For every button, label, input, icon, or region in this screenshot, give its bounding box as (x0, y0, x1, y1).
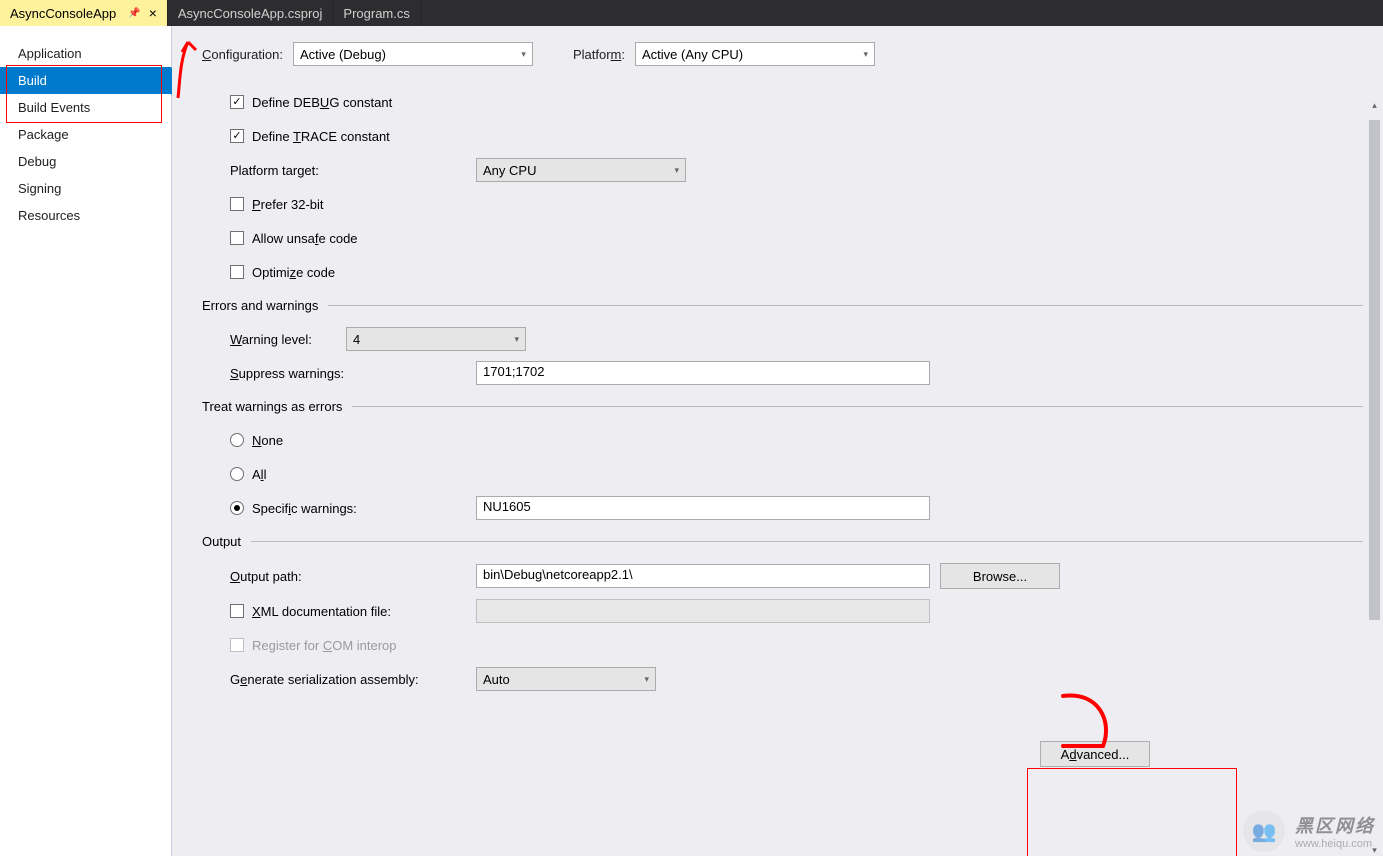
treat-specific-label: Specific warnings: (252, 501, 476, 516)
sidebar-item-resources[interactable]: Resources (0, 202, 171, 229)
tab-csproj[interactable]: AsyncConsoleApp.csproj (168, 0, 334, 26)
prefer-32bit-label: Prefer 32-bit (252, 197, 324, 212)
suppress-warnings-label: Suppress warnings: (230, 366, 476, 381)
tab-programcs[interactable]: Program.cs (333, 0, 420, 26)
chevron-down-icon: ▾ (863, 49, 868, 60)
specific-warnings-input[interactable]: NU1605 (476, 496, 930, 520)
sidebar-item-signing[interactable]: Signing (0, 175, 171, 202)
chevron-down-icon: ▾ (644, 674, 649, 685)
define-trace-checkbox[interactable] (230, 129, 244, 143)
config-row: Configuration: Active (Debug) ▾ Platform… (202, 42, 1363, 66)
configuration-label: Configuration: (202, 47, 283, 62)
generate-serialization-value: Auto (483, 672, 510, 687)
platform-target-value: Any CPU (483, 163, 536, 178)
platform-target-label: Platform target: (230, 163, 476, 178)
annotation-box-2 (1027, 768, 1237, 856)
vertical-scrollbar[interactable] (1366, 100, 1383, 856)
configuration-dropdown[interactable]: Active (Debug) ▾ (293, 42, 533, 66)
section-title-label: Treat warnings as errors (202, 399, 342, 414)
tab-asyncconsoleapp[interactable]: AsyncConsoleApp 📌 × (0, 0, 168, 26)
tab-label: Program.cs (343, 6, 409, 21)
chevron-down-icon: ▾ (674, 165, 679, 176)
section-title-label: Errors and warnings (202, 298, 318, 313)
sidebar-item-debug[interactable]: Debug (0, 148, 171, 175)
define-trace-label: Define TRACE constant (252, 129, 390, 144)
treat-all-label: All (252, 467, 266, 482)
com-interop-label: Register for COM interop (252, 638, 397, 653)
watermark-url: www.heiqu.com (1295, 838, 1375, 850)
treat-specific-radio[interactable] (230, 501, 244, 515)
chevron-down-icon: ▾ (521, 49, 526, 60)
define-debug-label: Define DEBUG constant (252, 95, 392, 110)
com-interop-checkbox (230, 638, 244, 652)
sidebar: Application Build Build Events Package D… (0, 26, 172, 856)
sidebar-item-application[interactable]: Application (0, 40, 171, 67)
advanced-button[interactable]: Advanced... (1040, 741, 1150, 767)
section-title-label: Output (202, 534, 241, 549)
treat-none-radio[interactable] (230, 433, 244, 447)
section-errors-warnings: Errors and warnings (202, 298, 1363, 313)
allow-unsafe-checkbox[interactable] (230, 231, 244, 245)
sidebar-item-build[interactable]: Build (0, 67, 171, 94)
treat-none-label: None (252, 433, 283, 448)
xml-doc-label: XML documentation file: (252, 604, 476, 619)
warning-level-label: Warning level: (230, 332, 346, 347)
watermark-cn: 黑区网络 (1295, 812, 1375, 838)
warning-level-value: 4 (353, 332, 360, 347)
content: Configuration: Active (Debug) ▾ Platform… (172, 26, 1383, 856)
optimize-code-label: Optimize code (252, 265, 335, 280)
allow-unsafe-label: Allow unsafe code (252, 231, 358, 246)
platform-value: Active (Any CPU) (642, 47, 743, 62)
sidebar-item-build-events[interactable]: Build Events (0, 94, 171, 121)
browse-button[interactable]: Browse... (940, 563, 1060, 589)
output-path-label: Output path: (230, 569, 476, 584)
optimize-code-checkbox[interactable] (230, 265, 244, 279)
generate-serialization-label: Generate serialization assembly: (230, 672, 476, 687)
close-icon[interactable]: × (149, 6, 157, 20)
output-path-input[interactable]: bin\Debug\netcoreapp2.1\ (476, 564, 930, 588)
section-treat-warnings: Treat warnings as errors (202, 399, 1363, 414)
xml-doc-checkbox[interactable] (230, 604, 244, 618)
tab-label: AsyncConsoleApp.csproj (178, 6, 323, 21)
pin-icon[interactable]: 📌 (128, 8, 140, 19)
warning-level-dropdown[interactable]: 4 ▾ (346, 327, 526, 351)
scroll-thumb[interactable] (1369, 120, 1380, 620)
watermark: 👥 黑区网络 www.heiqu.com (1243, 810, 1375, 852)
configuration-value: Active (Debug) (300, 47, 386, 62)
generate-serialization-dropdown[interactable]: Auto ▾ (476, 667, 656, 691)
platform-target-dropdown[interactable]: Any CPU ▾ (476, 158, 686, 182)
watermark-icon: 👥 (1243, 810, 1285, 852)
sidebar-item-package[interactable]: Package (0, 121, 171, 148)
treat-all-radio[interactable] (230, 467, 244, 481)
prefer-32bit-checkbox[interactable] (230, 197, 244, 211)
main-area: Application Build Build Events Package D… (0, 26, 1383, 856)
tab-strip: AsyncConsoleApp 📌 × AsyncConsoleApp.cspr… (0, 0, 1383, 26)
xml-doc-input (476, 599, 930, 623)
tab-label: AsyncConsoleApp (10, 6, 116, 21)
section-output: Output (202, 534, 1363, 549)
define-debug-checkbox[interactable] (230, 95, 244, 109)
chevron-down-icon: ▾ (514, 334, 519, 345)
suppress-warnings-input[interactable]: 1701;1702 (476, 361, 930, 385)
platform-dropdown[interactable]: Active (Any CPU) ▾ (635, 42, 875, 66)
platform-label: Platform: (573, 47, 625, 62)
